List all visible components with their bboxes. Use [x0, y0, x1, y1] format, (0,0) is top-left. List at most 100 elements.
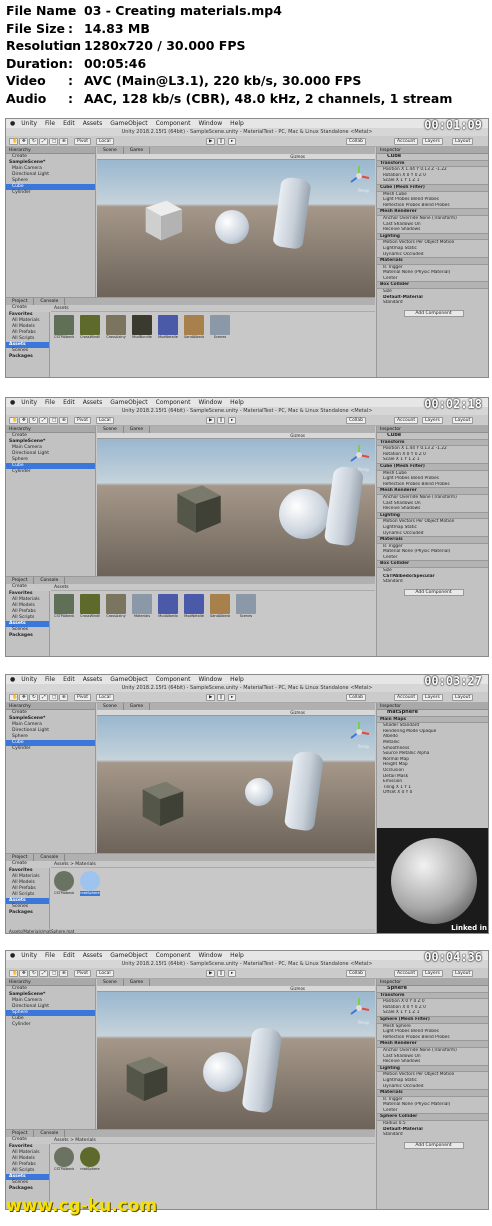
inspector-section-header[interactable]: Box Collider — [377, 560, 488, 569]
layout-dropdown[interactable]: Layout — [452, 138, 474, 145]
menu-item-help[interactable]: Help — [230, 398, 244, 407]
transform-tool-icon[interactable]: ⊕ — [59, 694, 68, 701]
account-dropdown[interactable]: Account — [394, 138, 419, 145]
asset-thumbnail[interactable] — [132, 315, 152, 335]
play-button[interactable]: ▶ — [206, 417, 216, 424]
play-button[interactable]: ▶ — [206, 970, 216, 977]
hand-tool-icon[interactable]: ✋ — [9, 970, 18, 977]
move-tool-icon[interactable]: ✥ — [19, 694, 28, 701]
asset-item[interactable]: MudAlbedo — [158, 594, 178, 619]
pause-button[interactable]: ‖ — [217, 417, 226, 424]
project-tree-item[interactable]: Packages — [6, 1186, 49, 1192]
asset-path-breadcrumb[interactable]: Assets > Materials — [51, 861, 375, 868]
menu-item-component[interactable]: Component — [156, 675, 191, 684]
pivot-toggle[interactable]: Pivot — [74, 138, 92, 145]
inspector-section-header[interactable]: Cube (Mesh Filter) — [377, 183, 488, 192]
inspector-section-header[interactable]: Lighting — [377, 511, 488, 520]
tab-project[interactable]: Project — [6, 577, 35, 584]
account-dropdown[interactable]: Account — [394, 970, 419, 977]
sphere-object[interactable] — [279, 489, 329, 539]
asset-path-breadcrumb[interactable]: Assets — [51, 305, 375, 312]
rect-tool-icon[interactable]: □ — [49, 138, 58, 145]
local-toggle[interactable]: Local — [96, 970, 114, 977]
cylinder-object[interactable] — [283, 750, 325, 832]
cube-object[interactable] — [137, 188, 189, 248]
cylinder-object[interactable] — [241, 1026, 283, 1114]
menu-item-file[interactable]: File — [45, 119, 55, 128]
rotate-tool-icon[interactable]: ↻ — [29, 417, 38, 424]
hierarchy-item[interactable]: Cylinder — [6, 469, 95, 475]
cylinder-object[interactable] — [323, 465, 365, 547]
scale-tool-icon[interactable]: ⤢ — [39, 138, 48, 145]
inspector-tab[interactable]: Inspector — [377, 703, 488, 710]
transform-tool-icon[interactable]: ⊕ — [59, 417, 68, 424]
layers-dropdown[interactable]: Layers — [422, 138, 443, 145]
inspector-section-header[interactable]: Transform — [377, 991, 488, 1000]
menu-item-window[interactable]: Window — [198, 398, 222, 407]
tab-console[interactable]: Console — [34, 298, 66, 305]
asset-item[interactable]: Materials — [132, 594, 152, 619]
inspector-section-header[interactable]: Sphere (Mesh Filter) — [377, 1015, 488, 1024]
project-create-button[interactable]: Create — [6, 305, 27, 311]
layers-dropdown[interactable]: Layers — [422, 417, 443, 424]
inspector-section-header[interactable]: Materials — [377, 1089, 488, 1097]
inspector-section-header[interactable]: Materials — [377, 257, 488, 265]
local-toggle[interactable]: Local — [96, 417, 114, 424]
rotate-tool-icon[interactable]: ↻ — [29, 138, 38, 145]
project-tree-item[interactable]: Packages — [6, 910, 49, 916]
hand-tool-icon[interactable]: ✋ — [9, 417, 18, 424]
hierarchy-item[interactable]: Cylinder — [6, 1022, 95, 1028]
menu-item-gameobject[interactable]: GameObject — [110, 398, 147, 407]
menu-item-assets[interactable]: Assets — [83, 675, 103, 684]
cube-object[interactable] — [117, 1042, 175, 1110]
asset-thumbnail[interactable] — [132, 594, 152, 614]
inspector-property-row[interactable]: Offset X 0 Y 0 — [377, 790, 488, 796]
menu-item-window[interactable]: Window — [198, 951, 222, 960]
inspector-section-header[interactable]: Main Maps — [377, 715, 488, 724]
project-tree-item[interactable]: Packages — [6, 354, 49, 360]
collab-dropdown[interactable]: Collab — [346, 694, 367, 701]
layout-dropdown[interactable]: Layout — [452, 694, 474, 701]
transform-tool-icon[interactable]: ⊕ — [59, 138, 68, 145]
scene-orientation-gizmo[interactable] — [347, 164, 371, 188]
asset-item[interactable]: Scenes — [236, 594, 256, 619]
project-tree-item[interactable]: Packages — [6, 633, 49, 639]
tab-game[interactable]: Game — [124, 147, 151, 154]
menu-item-help[interactable]: Help — [230, 119, 244, 128]
asset-thumbnail[interactable] — [54, 1147, 74, 1167]
rect-tool-icon[interactable]: □ — [49, 694, 58, 701]
tab-game[interactable]: Game — [124, 426, 151, 433]
asset-item[interactable]: CrossWindMe — [80, 594, 100, 619]
play-button[interactable]: ▶ — [206, 138, 216, 145]
asset-item[interactable]: CSTPAlbedo — [54, 315, 74, 340]
asset-item[interactable]: CrossWindMe — [80, 315, 100, 340]
pause-button[interactable]: ‖ — [217, 694, 226, 701]
account-dropdown[interactable]: Account — [394, 694, 419, 701]
scene-viewport[interactable]: Persp — [97, 716, 375, 853]
layers-dropdown[interactable]: Layers — [422, 970, 443, 977]
asset-item[interactable]: CSTPAlbedo — [54, 594, 74, 619]
pivot-toggle[interactable]: Pivot — [74, 417, 92, 424]
menu-item-gameobject[interactable]: GameObject — [110, 951, 147, 960]
step-button[interactable]: ▸ — [228, 694, 237, 701]
scale-tool-icon[interactable]: ⤢ — [39, 694, 48, 701]
scene-viewport[interactable]: Persp — [97, 992, 375, 1129]
menu-item-window[interactable]: Window — [198, 119, 222, 128]
menu-item-file[interactable]: File — [45, 951, 55, 960]
scene-orientation-gizmo[interactable] — [347, 996, 371, 1020]
collab-dropdown[interactable]: Collab — [346, 138, 367, 145]
pause-button[interactable]: ‖ — [217, 138, 226, 145]
rotate-tool-icon[interactable]: ↻ — [29, 970, 38, 977]
hierarchy-item[interactable]: Cylinder — [6, 746, 95, 752]
asset-thumbnail[interactable] — [54, 871, 74, 891]
hand-tool-icon[interactable]: ✋ — [9, 694, 18, 701]
asset-item[interactable]: MudNetalle — [158, 315, 178, 340]
cylinder-object[interactable] — [272, 176, 312, 250]
tab-game[interactable]: Game — [124, 703, 151, 710]
apple-menu-icon[interactable]: ● — [10, 675, 15, 684]
menu-item-component[interactable]: Component — [156, 119, 191, 128]
cube-object[interactable] — [133, 768, 191, 834]
layers-dropdown[interactable]: Layers — [422, 694, 443, 701]
asset-thumbnail[interactable] — [158, 315, 178, 335]
asset-item[interactable]: MudNetalle — [184, 594, 204, 619]
